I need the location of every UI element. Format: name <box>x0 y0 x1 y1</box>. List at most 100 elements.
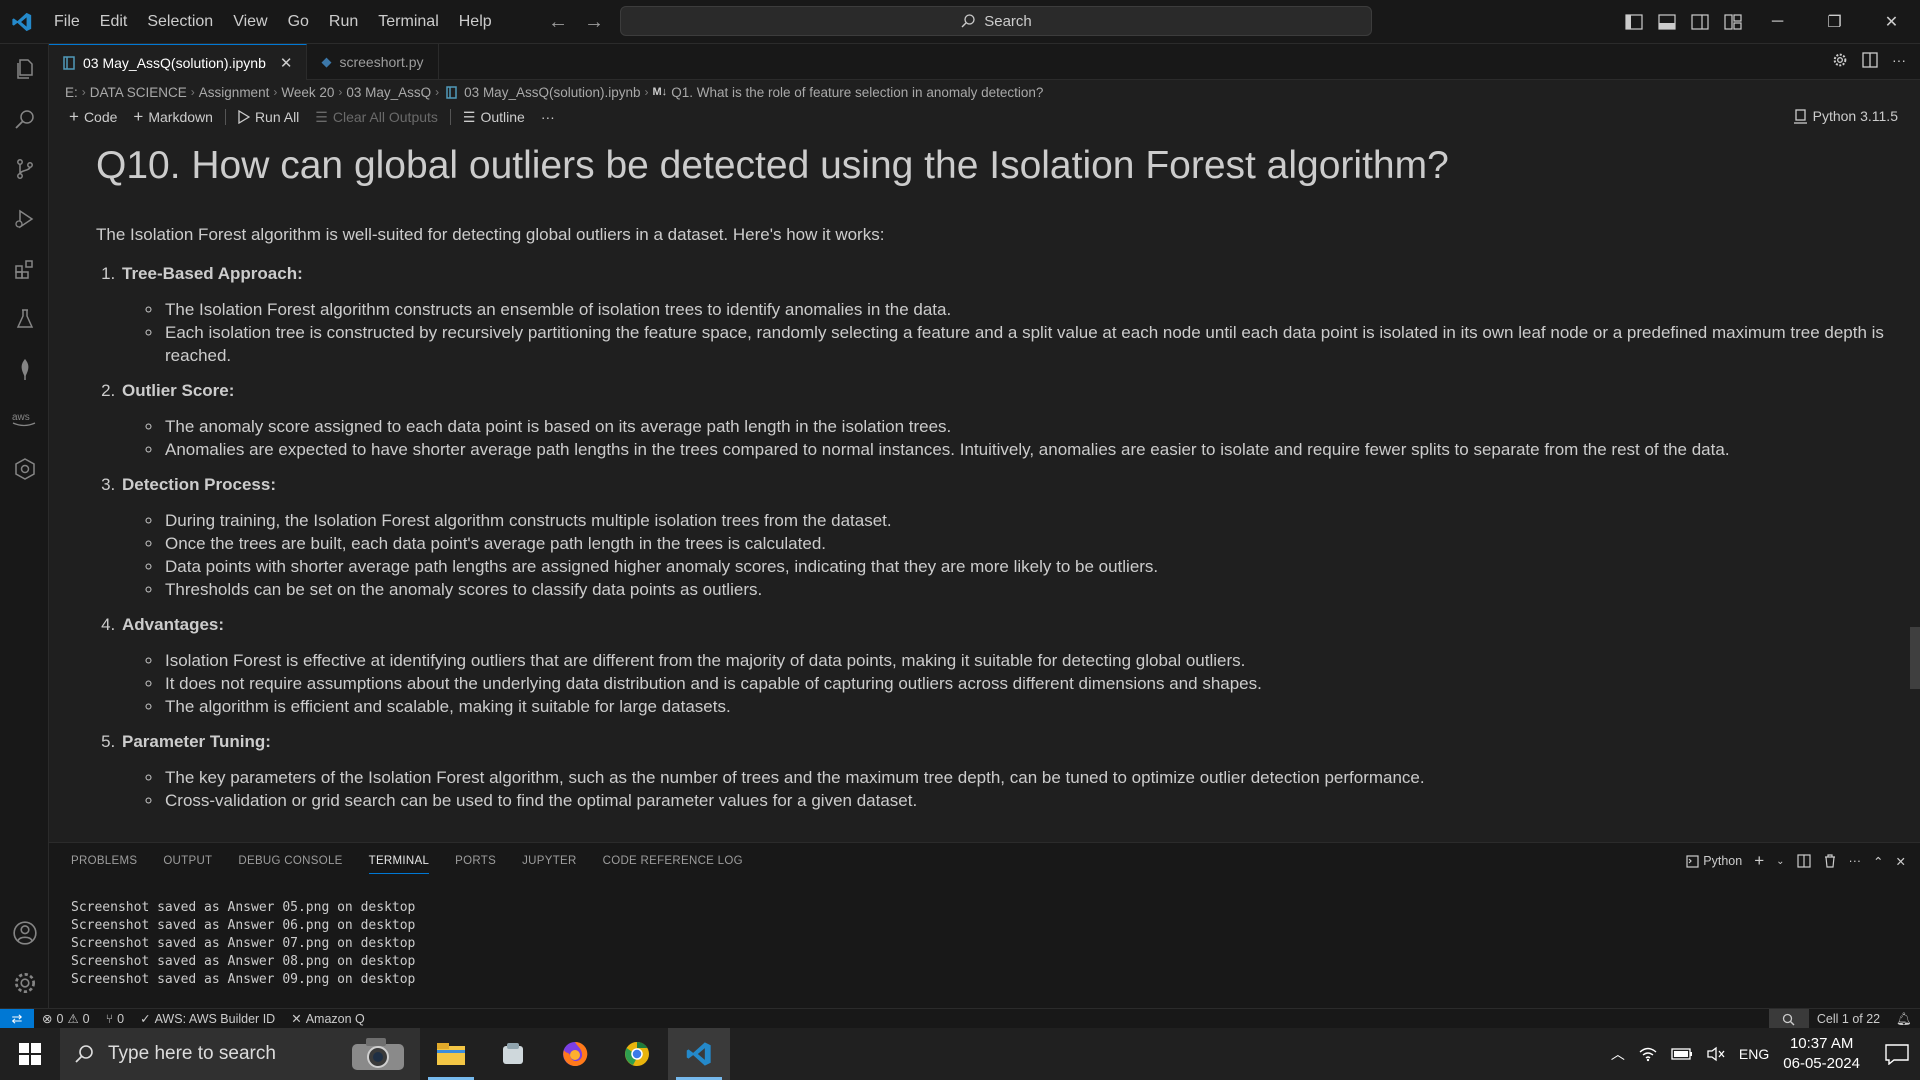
toggle-secondary-sidebar-icon[interactable] <box>1683 0 1716 44</box>
restore-icon[interactable]: ❐ <box>1806 0 1863 44</box>
windows-start-icon[interactable] <box>0 1028 60 1080</box>
mongodb-leaf-icon[interactable] <box>0 344 49 394</box>
tab-code-reference-log[interactable]: CODE REFERENCE LOG <box>603 843 743 879</box>
zoom-icon[interactable] <box>1768 1009 1809 1029</box>
customize-layout-icon[interactable] <box>1716 0 1749 44</box>
toggle-primary-sidebar-icon[interactable] <box>1617 0 1650 44</box>
problems-status[interactable]: ⊗ 0 ⚠ 0 <box>34 1011 98 1027</box>
menu-go[interactable]: Go <box>278 0 319 44</box>
new-terminal-icon[interactable]: + <box>1754 851 1764 871</box>
search-label: Search <box>984 12 1032 30</box>
breadcrumb-folder[interactable]: Week 20 <box>281 85 334 100</box>
tab-terminal[interactable]: TERMINAL <box>368 849 430 874</box>
breadcrumb-folder[interactable]: DATA SCIENCE <box>90 85 187 100</box>
menu-terminal[interactable]: Terminal <box>368 0 448 44</box>
tab-output[interactable]: OUTPUT <box>163 843 212 879</box>
menu-selection[interactable]: Selection <box>137 0 223 44</box>
taskbar-search-input[interactable]: Type here to search <box>60 1028 420 1080</box>
forward-arrow-icon[interactable]: → <box>584 10 604 34</box>
breadcrumb-folder[interactable]: Assignment <box>199 85 270 100</box>
markdown-cell[interactable]: Q10. How can global outliers be detected… <box>96 130 1886 824</box>
clear-all-outputs-button[interactable]: ☰ Clear All Outputs <box>307 109 446 126</box>
add-markdown-cell-button[interactable]: + Markdown <box>125 107 221 127</box>
file-explorer-taskbar-icon[interactable] <box>420 1028 482 1080</box>
bullet-item: Isolation Forest is effective at identif… <box>163 649 1886 672</box>
close-panel-icon[interactable]: ✕ <box>1896 854 1906 869</box>
tab-problems[interactable]: PROBLEMS <box>71 843 137 879</box>
source-control-icon[interactable] <box>0 144 49 194</box>
run-all-button[interactable]: Run All <box>230 109 307 125</box>
more-toolbar-actions[interactable]: ··· <box>533 109 563 125</box>
tab-jupyter[interactable]: JUPYTER <box>522 843 577 879</box>
editor-scrollbar[interactable] <box>1910 627 1920 689</box>
section-title: Advantages: <box>122 615 225 634</box>
menu-run[interactable]: Run <box>319 0 368 44</box>
vscode-taskbar-icon[interactable] <box>668 1028 730 1080</box>
kernel-picker[interactable]: Python 3.11.5 <box>1793 108 1898 124</box>
notebook-file-icon <box>446 85 457 99</box>
menu-file[interactable]: File <box>44 0 90 44</box>
chevron-right-icon: › <box>190 85 195 99</box>
wifi-icon[interactable] <box>1639 1046 1657 1062</box>
split-editor-icon[interactable] <box>1862 52 1878 68</box>
amazon-q-icon[interactable] <box>0 444 49 494</box>
input-language[interactable]: ENG <box>1739 1046 1769 1062</box>
close-tab-icon[interactable]: ✕ <box>280 54 293 72</box>
tab-debug-console[interactable]: DEBUG CONSOLE <box>238 843 342 879</box>
add-code-cell-button[interactable]: + Code <box>61 107 125 127</box>
notes-app-taskbar-icon[interactable] <box>482 1028 544 1080</box>
breadcrumb-folder[interactable]: 03 May_AssQ <box>346 85 431 100</box>
battery-icon[interactable] <box>1671 1047 1693 1061</box>
terminal-profile[interactable]: Python <box>1686 854 1742 868</box>
menu-edit[interactable]: Edit <box>90 0 138 44</box>
search-view-icon[interactable] <box>0 94 49 144</box>
system-tray: ︿ ENG 10:37 AM 06-05-2024 <box>1611 1028 1920 1080</box>
cell-position[interactable]: Cell 1 of 22 <box>1809 1012 1888 1026</box>
run-debug-icon[interactable] <box>0 194 49 244</box>
aws-status[interactable]: ✓ AWS: AWS Builder ID <box>132 1011 283 1027</box>
accounts-icon[interactable] <box>0 908 49 958</box>
remote-indicator-icon[interactable]: ⇄ <box>0 1008 34 1029</box>
more-actions-icon[interactable]: ··· <box>1892 52 1906 68</box>
notification-center-icon[interactable] <box>1884 1043 1910 1065</box>
firefox-taskbar-icon[interactable] <box>544 1028 606 1080</box>
notifications-bell-icon[interactable]: 🔔︎ <box>1888 1012 1920 1027</box>
chevron-down-icon[interactable]: ⌄ <box>1776 856 1784 867</box>
breadcrumb-file[interactable]: 03 May_AssQ(solution).ipynb <box>464 85 640 100</box>
back-arrow-icon[interactable]: ← <box>548 10 568 34</box>
breadcrumb-cell[interactable]: Q1. What is the role of feature selectio… <box>671 85 1043 100</box>
maximize-panel-icon[interactable]: ⌃ <box>1873 854 1883 869</box>
ports-status[interactable]: ⑂ 0 <box>98 1012 132 1026</box>
extensions-icon[interactable] <box>0 244 49 294</box>
split-terminal-icon[interactable] <box>1796 854 1811 868</box>
explorer-icon[interactable] <box>0 44 49 94</box>
toggle-panel-icon[interactable] <box>1650 0 1683 44</box>
bullet-list: The Isolation Forest algorithm construct… <box>163 298 1886 367</box>
aws-label: AWS: AWS Builder ID <box>154 1011 276 1026</box>
more-icon[interactable]: ··· <box>1849 854 1862 868</box>
notebook-settings-gear-icon[interactable] <box>1832 52 1848 68</box>
notebook-editor[interactable]: Q10. How can global outliers be detected… <box>49 130 1920 842</box>
menu-help[interactable]: Help <box>449 0 502 44</box>
testing-flask-icon[interactable] <box>0 294 49 344</box>
tab-ports[interactable]: PORTS <box>455 843 496 879</box>
tab-screeshort-py[interactable]: ◆ screeshort.py <box>307 44 439 80</box>
show-hidden-icons-icon[interactable]: ︿ <box>1611 1044 1625 1064</box>
menu-view[interactable]: View <box>223 0 277 44</box>
taskbar-clock[interactable]: 10:37 AM 06-05-2024 <box>1783 1034 1860 1074</box>
aws-toolkit-icon[interactable]: aws <box>0 394 49 444</box>
python-file-icon: ◆ <box>321 54 332 69</box>
outline-button[interactable]: ☰ Outline <box>455 109 533 126</box>
terminal-icon <box>1686 854 1699 868</box>
manage-gear-icon[interactable] <box>0 958 49 1008</box>
command-center-search[interactable]: Search <box>620 6 1372 36</box>
close-window-icon[interactable]: ✕ <box>1863 0 1920 44</box>
volume-muted-icon[interactable] <box>1707 1046 1725 1062</box>
terminal-output[interactable]: Screenshot saved as Answer 05.png on des… <box>71 899 415 989</box>
chrome-canary-taskbar-icon[interactable] <box>606 1028 668 1080</box>
trash-icon[interactable] <box>1823 854 1837 868</box>
tab-notebook[interactable]: 03 May_AssQ(solution).ipynb ✕ <box>49 44 308 80</box>
minimize-icon[interactable]: ─ <box>1749 0 1806 44</box>
amazon-q-status[interactable]: ✕ Amazon Q <box>283 1011 373 1027</box>
breadcrumb-drive[interactable]: E: <box>65 85 78 100</box>
